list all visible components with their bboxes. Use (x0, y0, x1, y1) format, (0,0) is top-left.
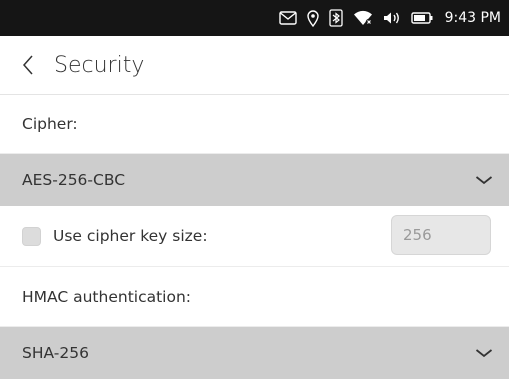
bluetooth-icon (328, 9, 343, 27)
hmac-select[interactable]: SHA-256 (0, 327, 509, 379)
key-size-label: Use cipher key size: (53, 227, 208, 245)
cipher-select[interactable]: AES-256-CBC (0, 154, 509, 206)
mail-icon (278, 11, 297, 25)
page-title: Security (54, 52, 145, 78)
back-button[interactable] (22, 50, 44, 80)
status-bar: 9:43 PM (0, 0, 509, 36)
hmac-label-row: HMAC authentication: (0, 267, 509, 327)
key-size-checkbox[interactable] (22, 226, 41, 246)
chevron-left-icon (22, 55, 33, 75)
status-time: 9:43 PM (444, 10, 501, 26)
key-size-input[interactable]: 256 (391, 215, 491, 255)
chevron-down-icon (475, 348, 493, 358)
cipher-selected-value: AES-256-CBC (22, 171, 126, 189)
chevron-down-icon (475, 175, 493, 185)
key-size-row: Use cipher key size: 256 (0, 206, 509, 267)
battery-icon (410, 12, 433, 24)
hmac-label: HMAC authentication: (22, 287, 192, 306)
volume-icon (383, 11, 401, 25)
cipher-label: Cipher: (22, 115, 78, 133)
cipher-label-row: Cipher: (0, 95, 509, 154)
hmac-selected-value: SHA-256 (22, 344, 89, 362)
wifi-icon (353, 10, 373, 26)
page-header: Security (0, 36, 509, 95)
location-icon (306, 9, 319, 27)
